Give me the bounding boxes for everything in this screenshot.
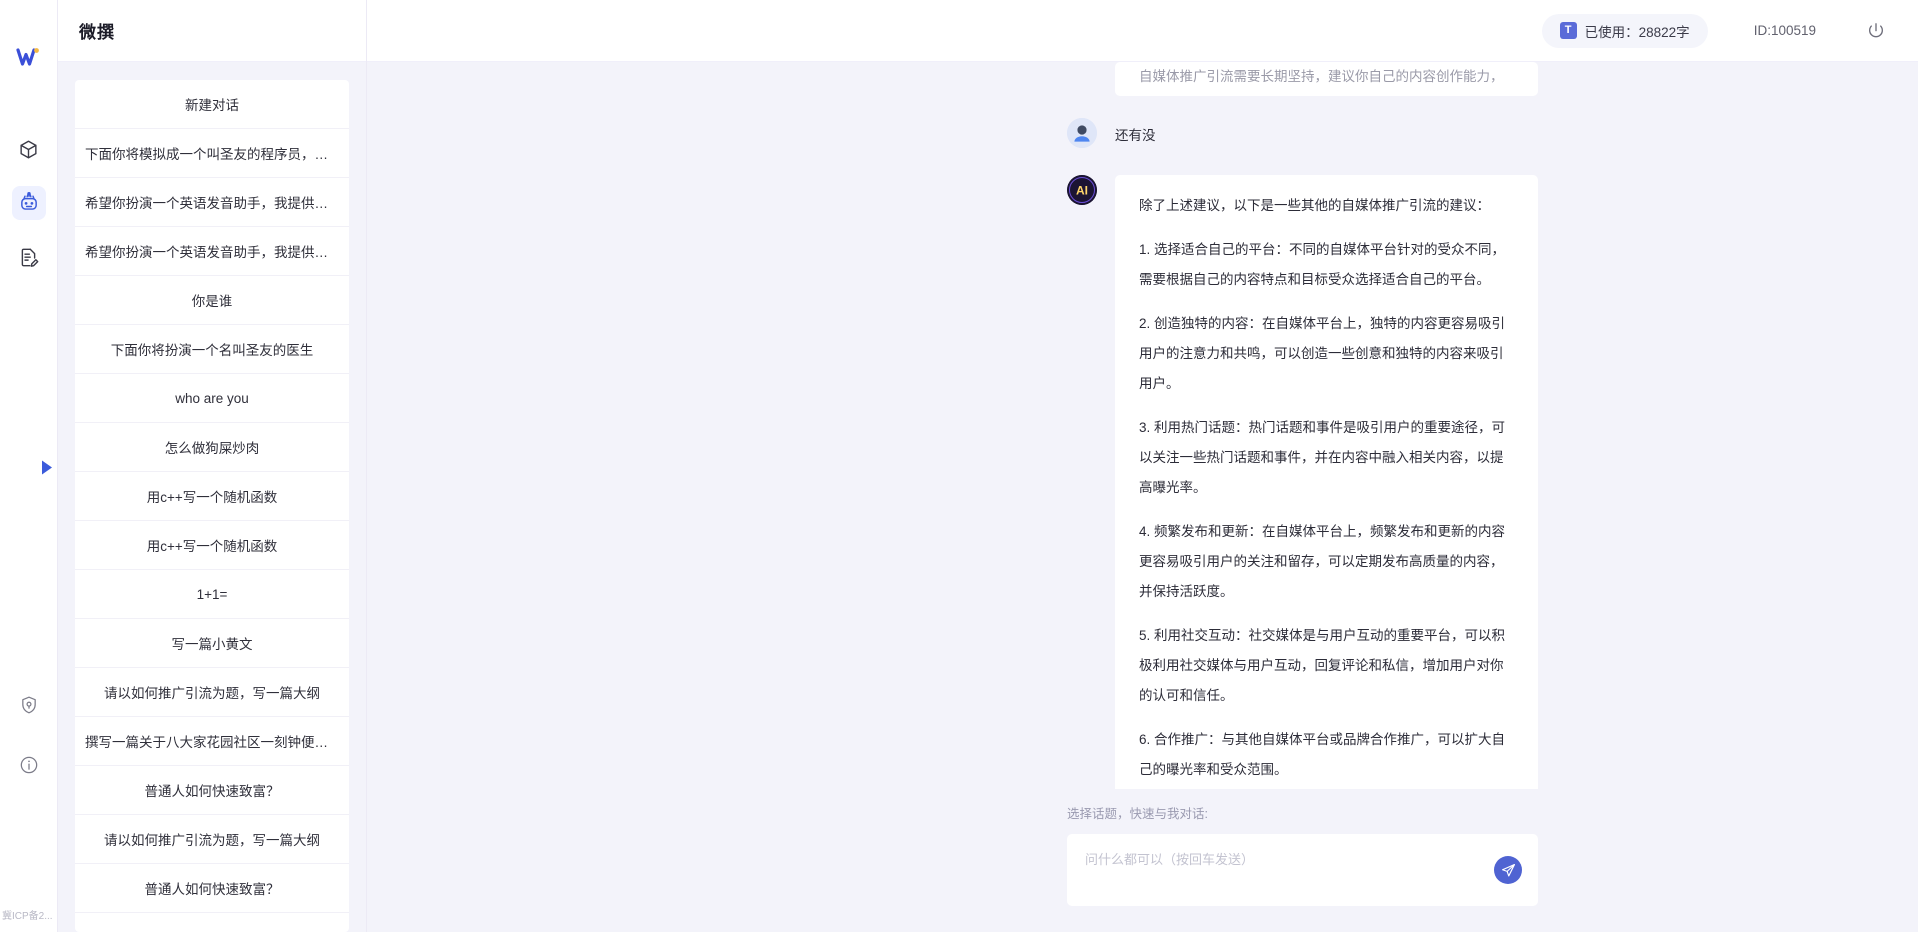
conversation-label: 用c++写一个随机函数: [147, 535, 278, 555]
clipped-bubble: 自媒体推广引流需要长期坚持，建议你自己的内容创作能力，内容也需要真实有效的价值，…: [1115, 62, 1538, 96]
page-title: 微撰: [79, 18, 115, 43]
conversation-item[interactable]: 怎么做狗屎炒肉: [75, 423, 349, 472]
assistant-paragraph: 5. 利用社交互动：社交媒体是与用户互动的重要平台，可以积极利用社交媒体与用户互…: [1139, 621, 1514, 711]
conversation-label: 下面你将扮演一个名叫圣友的医生: [111, 339, 314, 359]
conversation-label: 撰写一篇关于八大家花园社区一刻钟便民生...: [85, 731, 339, 751]
conversation-sidebar: 微撰 新建对话 下面你将模拟成一个叫圣友的程序员，我说... 希望你扮演一个英语…: [58, 0, 367, 932]
ai-avatar-icon: AI: [1067, 175, 1097, 205]
rail-item-shield[interactable]: [12, 688, 46, 722]
conversation-item[interactable]: 普通人如何快速致富？: [75, 766, 349, 815]
usage-label: 已使用：28822字: [1585, 21, 1690, 41]
new-chat-label: 新建对话: [185, 94, 239, 114]
composer-box: [1067, 834, 1538, 906]
send-button[interactable]: [1494, 856, 1522, 884]
main-panel: T 已使用：28822字 ID:100519 自媒体推广引流需要长期坚持，建议你…: [367, 0, 1918, 932]
sidebar-body: 新建对话 下面你将模拟成一个叫圣友的程序员，我说... 希望你扮演一个英语发音助…: [58, 62, 366, 932]
conversation-list: 新建对话 下面你将模拟成一个叫圣友的程序员，我说... 希望你扮演一个英语发音助…: [75, 80, 349, 932]
conversation-item[interactable]: 用c++写一个随机函数: [75, 472, 349, 521]
assistant-paragraph: 3. 利用热门话题：热门话题和事件是吸引用户的重要途径，可以关注一些热门话题和事…: [1139, 413, 1514, 503]
icon-rail: 冀ICP备2...: [0, 0, 58, 932]
conversation-item[interactable]: who are you: [75, 374, 349, 423]
cube-icon: [18, 139, 39, 160]
conversation-label: 怎么做狗屎炒肉: [165, 437, 260, 457]
svg-text:AI: AI: [1076, 184, 1088, 198]
assistant-paragraph: 4. 频繁发布和更新：在自媒体平台上，频繁发布和更新的内容更容易吸引用户的关注和…: [1139, 517, 1514, 607]
power-icon: [1866, 21, 1886, 41]
conversation-item[interactable]: 撰写一篇关于八大家花园社区一刻钟便民生...: [75, 717, 349, 766]
conversation-item[interactable]: 普通人如何快速致富？: [75, 864, 349, 913]
assistant-paragraph: 1. 选择适合自己的平台：不同的自媒体平台针对的受众不同，需要根据自己的内容特点…: [1139, 235, 1514, 295]
conversation-label: 用c++写一个随机函数: [147, 486, 278, 506]
rail-item-info[interactable]: [12, 748, 46, 782]
conversation-item[interactable]: 用c++写一个随机函数: [75, 521, 349, 570]
sidebar-header: 微撰: [58, 0, 366, 62]
chat-scroll-area[interactable]: 自媒体推广引流需要长期坚持，建议你自己的内容创作能力，内容也需要真实有效的价值，…: [367, 62, 1918, 789]
robot-icon: [18, 192, 40, 214]
conversation-label: 下面你将模拟成一个叫圣友的程序员，我说...: [85, 143, 339, 163]
conversation-label: 希望你扮演一个英语发音助手，我提供给你...: [85, 241, 339, 261]
composer: 选择话题，快速与我对话:: [367, 789, 1918, 932]
conversation-label: 请以如何推广引流为题，写一篇大纲: [104, 829, 320, 849]
conversation-item[interactable]: 希望你扮演一个英语发音助手，我提供给你...: [75, 227, 349, 276]
usage-badge[interactable]: T 已使用：28822字: [1542, 14, 1708, 48]
assistant-paragraph: 除了上述建议，以下是一些其他的自媒体推广引流的建议：: [1139, 191, 1514, 221]
icp-text: 冀ICP备2...: [0, 907, 58, 922]
user-avatar-icon: [1067, 118, 1097, 148]
conversation-label: 希望你扮演一个英语发音助手，我提供给你...: [85, 192, 339, 212]
rail-item-robot[interactable]: [12, 186, 46, 220]
conversation-item[interactable]: 请以如何推广引流为题，写一篇大纲: [75, 815, 349, 864]
conversation-item[interactable]: 希望你扮演一个英语发音助手，我提供给你...: [75, 178, 349, 227]
conversation-label: who are you: [175, 391, 249, 406]
document-edit-icon: [18, 247, 39, 268]
message-user: 还有没: [367, 118, 1538, 151]
app-logo: [12, 40, 46, 74]
conversation-label: 1+1=: [197, 587, 228, 602]
info-icon: [19, 755, 39, 775]
conversation-label: 普通人如何快速致富？: [145, 780, 280, 800]
conversation-label: 普通人如何快速致富？: [145, 878, 280, 898]
logout-button[interactable]: [1864, 19, 1888, 43]
conversation-item[interactable]: 请以如何推广引流为题，写一篇大纲: [75, 668, 349, 717]
shield-icon: [19, 695, 39, 715]
assistant-paragraph: 2. 创造独特的内容：在自媒体平台上，独特的内容更容易吸引用户的注意力和共鸣，可…: [1139, 309, 1514, 399]
sidebar-expand-button[interactable]: [36, 455, 56, 479]
conversation-label: 请以如何推广引流为题，写一篇大纲: [104, 682, 320, 702]
play-triangle-icon: [39, 458, 54, 477]
conversation-label: 你是谁: [192, 290, 233, 310]
app-root: 冀ICP备2... 微撰 新建对话 下面你将模拟成一个叫圣友的程序员，我说...…: [0, 0, 1918, 932]
new-chat-button[interactable]: 新建对话: [75, 80, 349, 129]
message-input[interactable]: [1067, 834, 1538, 906]
conversation-item[interactable]: 写一篇小黄文: [75, 619, 349, 668]
rail-icon-group: [12, 132, 46, 274]
text-count-icon: T: [1560, 22, 1577, 39]
avatar: [1067, 118, 1097, 148]
conversation-item[interactable]: 下面你将扮演一个名叫圣友的医生: [75, 325, 349, 374]
chat-messages: 自媒体推广引流需要长期坚持，建议你自己的内容创作能力，内容也需要真实有效的价值，…: [367, 62, 1918, 789]
message-clipped: 自媒体推广引流需要长期坚持，建议你自己的内容创作能力，内容也需要真实有效的价值，…: [367, 62, 1538, 96]
clipped-text: 自媒体推广引流需要长期坚持，建议你自己的内容创作能力，内容也需要真实有效的价值，…: [1139, 62, 1514, 96]
conversation-label: 写一篇小黄文: [172, 633, 253, 653]
rail-bottom-group: [0, 688, 57, 782]
composer-hint: 选择话题，快速与我对话:: [1067, 803, 1538, 822]
message-assistant: AI 除了上述建议，以下是一些其他的自媒体推广引流的建议： 1. 选择适合自己的…: [367, 175, 1538, 789]
conversation-item[interactable]: 下面你将模拟成一个叫圣友的程序员，我说...: [75, 129, 349, 178]
rail-item-cube[interactable]: [12, 132, 46, 166]
conversation-item[interactable]: 你是谁: [75, 276, 349, 325]
user-id-label: ID:100519: [1754, 23, 1816, 38]
assistant-bubble: 除了上述建议，以下是一些其他的自媒体推广引流的建议： 1. 选择适合自己的平台：…: [1115, 175, 1538, 789]
avatar: AI: [1067, 175, 1097, 205]
user-message-text: 还有没: [1115, 118, 1156, 151]
assistant-paragraph: 6. 合作推广：与其他自媒体平台或品牌合作推广，可以扩大自己的曝光率和受众范围。: [1139, 725, 1514, 785]
send-icon: [1501, 863, 1516, 878]
rail-item-document-edit[interactable]: [12, 240, 46, 274]
top-bar: T 已使用：28822字 ID:100519: [367, 0, 1918, 62]
conversation-item[interactable]: 1+1=: [75, 570, 349, 619]
